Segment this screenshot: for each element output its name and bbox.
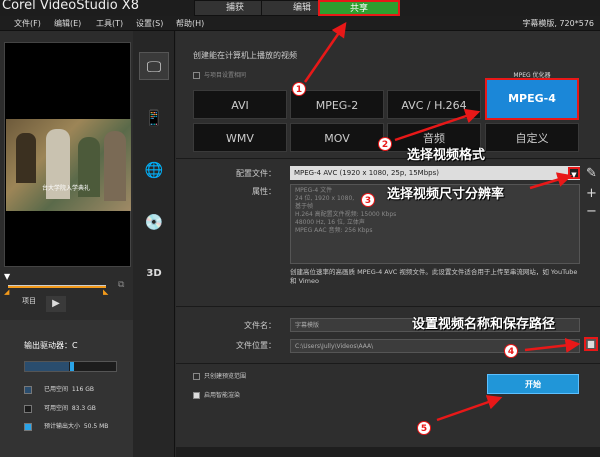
filename-label: 文件名： bbox=[244, 321, 276, 330]
pencil-icon[interactable]: ✎ bbox=[586, 166, 597, 181]
smart-render-checkbox[interactable]: 启用智能渲染 bbox=[193, 390, 240, 399]
menu-help[interactable]: 帮助(H) bbox=[176, 16, 204, 31]
section-header: 创建能在计算机上播放的视频 bbox=[193, 51, 297, 60]
profile-label: 配置文件： bbox=[236, 169, 276, 178]
minus-icon[interactable]: − bbox=[586, 204, 597, 219]
device-icon[interactable]: 📱 bbox=[139, 104, 169, 132]
preview-caption: 台大学院入学典礼 bbox=[42, 185, 91, 192]
tab-share[interactable]: 共享 bbox=[318, 0, 400, 16]
drive-usage-bar bbox=[24, 361, 117, 372]
drive-output-fill bbox=[70, 362, 74, 371]
profile-description: 创建高位速率的高画质 MPEG-4 AVC 视频文件。此设置文件适合用于上传至串… bbox=[290, 268, 578, 285]
menu-file[interactable]: 文件(F) bbox=[14, 16, 41, 31]
timeline-scrubber[interactable]: ▼ ◢ ◣ ⧉ bbox=[4, 268, 131, 296]
format-avi[interactable]: AVI bbox=[193, 90, 287, 119]
preview-image: 台大学院入学典礼 bbox=[6, 119, 131, 211]
location-input[interactable]: C:\Users\Jully\Videos\AAA\ bbox=[290, 339, 580, 353]
format-wmv[interactable]: WMV bbox=[193, 123, 287, 152]
folder-icon[interactable]: ▆ bbox=[584, 337, 598, 351]
legend-used: 已用空间 116 GB bbox=[24, 384, 94, 394]
play-icon: ▶ bbox=[52, 298, 60, 309]
swatch bbox=[24, 422, 32, 431]
project-label: 项目 bbox=[22, 297, 36, 305]
start-button[interactable]: 开始 bbox=[487, 374, 579, 394]
globe-icon[interactable]: 🌐 bbox=[139, 156, 169, 184]
menu-edit[interactable]: 编辑(E) bbox=[54, 16, 81, 31]
profile-dropdown[interactable]: MPEG-4 AVC (1920 x 1080, 25p, 15Mbps) bbox=[290, 166, 580, 180]
format-mpeg4[interactable]: MPEG-4 bbox=[485, 78, 579, 120]
trim-start-icon[interactable]: ◢ bbox=[4, 288, 9, 296]
copy-icon[interactable]: ⧉ bbox=[118, 280, 124, 290]
monitor-icon[interactable]: 🖵 bbox=[139, 52, 169, 80]
project-info: 字幕模版, 720*576 bbox=[522, 19, 594, 28]
annotation-text-2: 选择视频格式 bbox=[407, 148, 486, 163]
format-mov[interactable]: MOV bbox=[290, 123, 384, 152]
disc-icon[interactable]: 💿 bbox=[139, 208, 169, 236]
annotation-marker-2: 2 bbox=[378, 137, 392, 151]
3d-icon[interactable]: 3D bbox=[139, 260, 169, 288]
play-button[interactable]: ▶ bbox=[46, 296, 66, 312]
legend-free: 可用空间 83.3 GB bbox=[24, 403, 96, 413]
swatch bbox=[24, 404, 32, 413]
horizontal-scrollbar[interactable] bbox=[176, 447, 600, 457]
trim-end-icon[interactable]: ◣ bbox=[103, 288, 108, 296]
format-avc[interactable]: AVC / H.264 bbox=[387, 90, 481, 119]
props-label: 属性： bbox=[252, 187, 276, 196]
annotation-text-4: 设置视频名称和保存路径 bbox=[412, 317, 556, 332]
legend-output: 预计输出大小 50.5 MB bbox=[24, 421, 108, 431]
share-category-bar bbox=[133, 31, 175, 457]
preview-range-checkbox[interactable]: 只创建预览范围 bbox=[193, 371, 246, 380]
plus-icon[interactable]: + bbox=[586, 186, 597, 201]
format-custom[interactable]: 自定义 bbox=[485, 123, 579, 152]
menu-tools[interactable]: 工具(T) bbox=[96, 16, 123, 31]
annotation-marker-3: 3 bbox=[361, 193, 375, 207]
annotation-text-3: 选择视频尺寸分辨率 bbox=[387, 187, 505, 202]
menu-bar: 文件(F) 编辑(E) 工具(T) 设置(S) 帮助(H) 字幕模版, 720*… bbox=[0, 16, 600, 31]
playhead-icon[interactable]: ▼ bbox=[4, 272, 10, 281]
annotation-marker-4: 4 bbox=[504, 344, 518, 358]
trim-range[interactable] bbox=[8, 286, 106, 288]
menu-settings[interactable]: 设置(S) bbox=[136, 16, 163, 31]
drive-used-fill bbox=[25, 362, 69, 371]
format-mpeg2[interactable]: MPEG-2 bbox=[290, 90, 384, 119]
preview-window: 台大学院入学典礼 bbox=[4, 42, 131, 267]
same-as-project-checkbox[interactable]: 与项目设置相同 bbox=[193, 70, 246, 79]
app-title: Corel VideoStudio X8 bbox=[2, 0, 139, 13]
location-label: 文件位置： bbox=[236, 341, 276, 350]
drive-title: 输出驱动器：C bbox=[24, 341, 78, 350]
annotation-marker-1: 1 bbox=[292, 82, 306, 96]
swatch bbox=[24, 385, 32, 394]
chevron-down-icon[interactable]: ▼ bbox=[568, 167, 580, 179]
annotation-marker-5: 5 bbox=[417, 421, 431, 435]
